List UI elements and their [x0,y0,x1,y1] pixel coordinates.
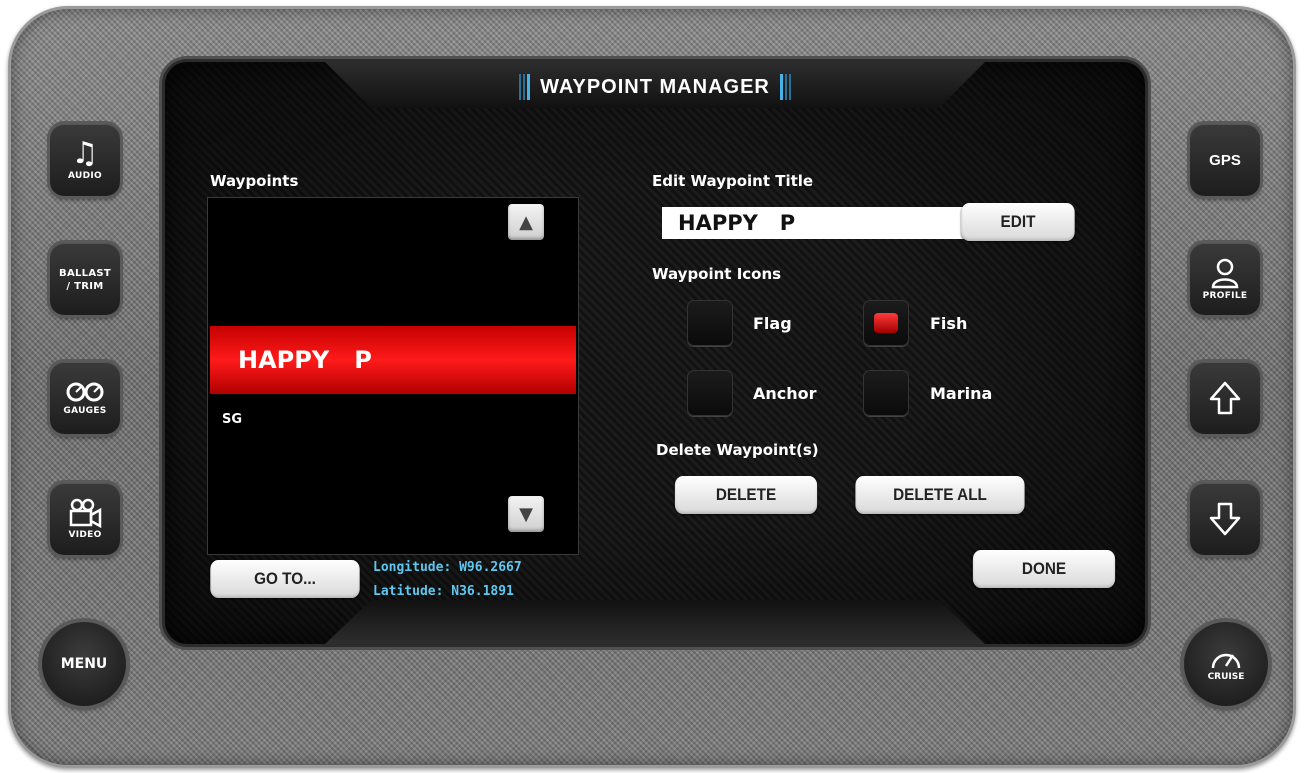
selected-indicator-icon [874,313,898,333]
marina-label: Marina [930,384,993,403]
trim-label: / TRIM [66,281,104,292]
menu-button[interactable]: MENU [42,622,126,706]
footer-bar [325,600,985,644]
edit-title-heading: Edit Waypoint Title [652,172,814,190]
page-title-text: WAYPOINT MANAGER [540,75,770,98]
ballast-trim-button[interactable]: BALLAST / TRIM [50,243,120,315]
flag-label: Flag [753,314,792,333]
profile-label: PROFILE [1202,291,1248,301]
gauges-icon [66,382,104,402]
waypoints-list[interactable]: HAPPY P SG ▲ ▼ [207,197,579,555]
scroll-down-button[interactable]: ▼ [508,496,544,532]
scroll-up-button[interactable]: ▲ [508,204,544,240]
gps-label: GPS [1209,151,1241,169]
audio-button[interactable]: ♫ AUDIO [50,124,120,196]
audio-label: AUDIO [68,171,102,181]
waypoints-heading: Waypoints [210,172,299,190]
ballast-label: BALLAST [59,268,111,279]
triangle-up-icon: ▲ [519,211,533,233]
video-camera-icon [69,498,102,528]
video-label: VIDEO [68,530,102,540]
done-button[interactable]: DONE [972,550,1116,588]
goto-button[interactable]: GO TO... [210,560,360,598]
gauges-button[interactable]: GAUGES [50,362,120,434]
page-title: WAYPOINT MANAGER [475,70,835,104]
anchor-label: Anchor [753,384,817,403]
flag-icon-option[interactable] [687,300,733,346]
cruise-button[interactable]: CRUISE [1184,622,1268,706]
display-screen: WAYPOINT MANAGER Waypoints HAPPY P SG ▲ … [165,62,1145,644]
fish-label: Fish [930,314,968,333]
speedometer-icon [1211,653,1241,669]
triangle-down-icon: ▼ [519,503,533,525]
list-item-selected[interactable]: HAPPY P [210,326,576,394]
up-arrow-icon [1209,381,1241,415]
list-item[interactable]: SG [222,412,242,427]
marina-icon-option[interactable] [863,370,909,416]
waypoint-icons-heading: Waypoint Icons [652,265,782,283]
music-note-icon: ♫ [71,136,99,171]
delete-all-button[interactable]: DELETE ALL [855,476,1025,514]
longitude-text: Longitude: W96.2667 [373,560,522,575]
title-accent-right [779,74,791,100]
profile-button[interactable]: PROFILE [1190,243,1260,315]
up-arrow-button[interactable] [1190,362,1260,434]
latitude-text: Latitude: N36.1891 [373,584,514,599]
anchor-icon-option[interactable] [687,370,733,416]
fish-icon-option[interactable] [863,300,909,346]
title-accent-left [519,74,531,100]
delete-heading: Delete Waypoint(s) [656,441,819,459]
video-button[interactable]: VIDEO [50,483,120,555]
waypoint-title-field[interactable]: HAPPY P [662,207,972,239]
delete-button[interactable]: DELETE [674,476,818,514]
person-icon [1211,258,1239,289]
down-arrow-button[interactable] [1190,483,1260,555]
down-arrow-icon [1209,502,1241,536]
edit-button[interactable]: EDIT [961,203,1075,241]
menu-label: MENU [60,656,108,672]
gps-button[interactable]: GPS [1190,124,1260,196]
gauges-label: GAUGES [63,406,107,416]
cruise-label: CRUISE [1207,672,1245,682]
